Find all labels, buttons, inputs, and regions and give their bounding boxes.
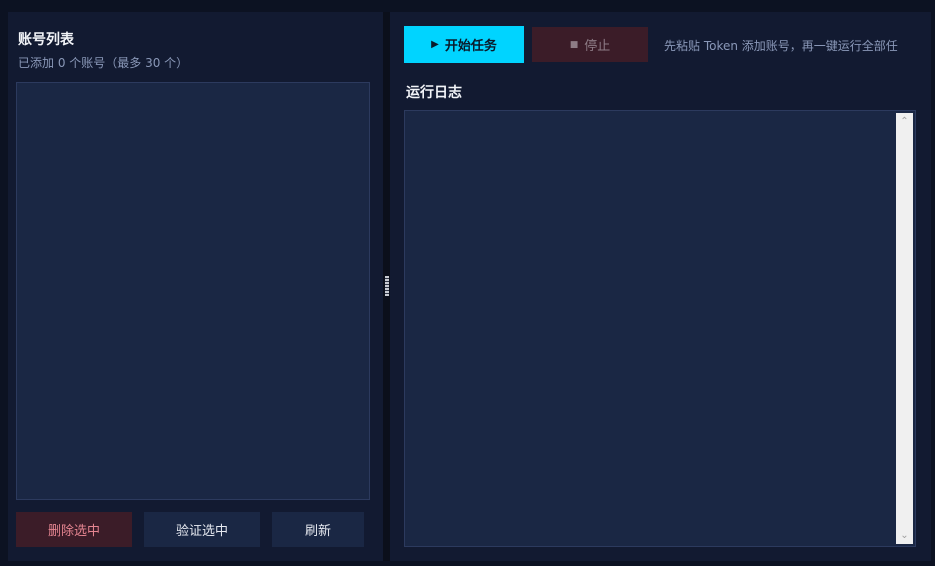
start-task-label: 开始任务 — [444, 39, 497, 54]
splitter-grip-icon[interactable] — [385, 276, 389, 296]
account-list-title: 账号列表 — [18, 32, 74, 48]
delete-selected-label: 删除选中 — [47, 524, 100, 539]
start-task-button[interactable]: ▶ 开始任务 — [404, 26, 524, 63]
verify-selected-label: 验证选中 — [175, 524, 228, 539]
scroll-down-icon[interactable]: ⌄ — [896, 528, 913, 543]
scroll-up-icon[interactable]: ⌃ — [896, 114, 913, 129]
window-top-edge — [0, 0, 935, 12]
refresh-label: 刷新 — [304, 524, 331, 539]
account-count-subtitle: 已添加 0 个账号（最多 30 个） — [18, 56, 189, 70]
verify-selected-button[interactable]: 验证选中 — [144, 512, 260, 547]
log-scrollbar[interactable] — [896, 113, 913, 544]
refresh-button[interactable]: 刷新 — [272, 512, 364, 547]
account-list[interactable] — [16, 82, 370, 500]
delete-selected-button[interactable]: 删除选中 — [16, 512, 132, 547]
usage-hint: 先粘贴 Token 添加账号，再一键运行全部任 — [664, 39, 898, 53]
log-output[interactable] — [404, 110, 916, 547]
stop-icon: ■ — [569, 39, 579, 50]
log-title: 运行日志 — [406, 85, 462, 101]
play-icon: ▶ — [431, 39, 439, 50]
stop-button[interactable]: ■ 停止 — [532, 27, 648, 62]
stop-label: 停止 — [584, 39, 611, 54]
